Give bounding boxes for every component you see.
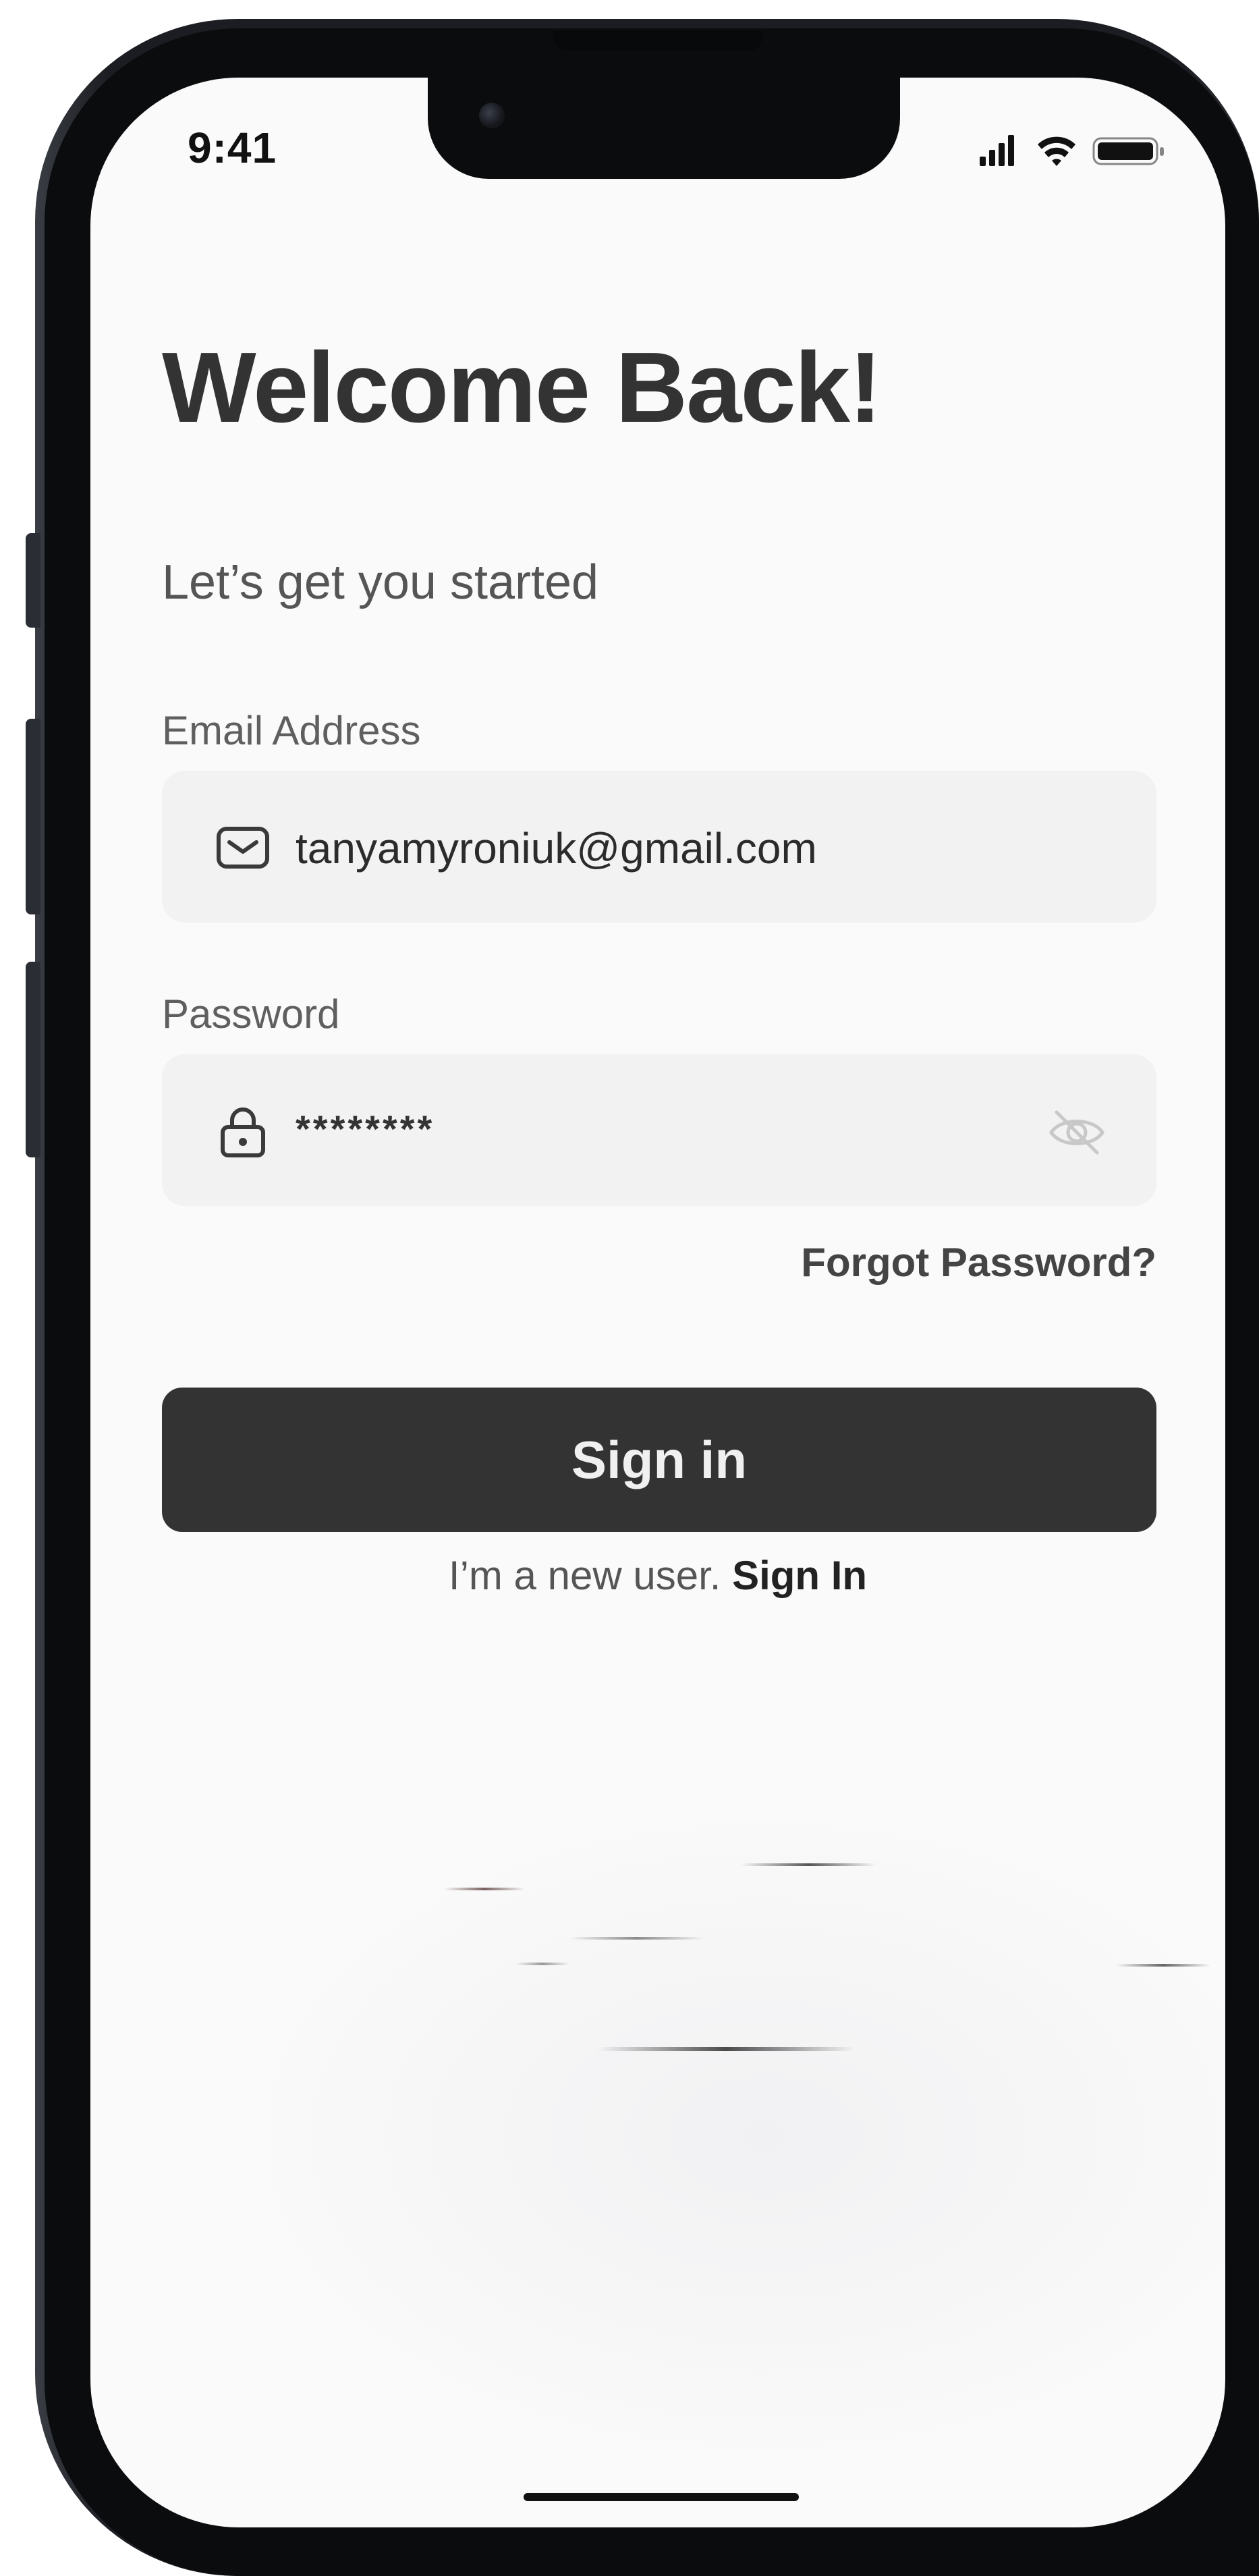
motion-streak (515, 1963, 569, 1965)
sign-up-link[interactable]: Sign In (732, 1553, 867, 1598)
page-subtitle: Let’s get you started (162, 555, 599, 609)
mail-icon (217, 827, 269, 869)
motion-streak (1116, 1964, 1210, 1967)
volume-down-button (26, 962, 40, 1157)
status-icons (980, 135, 1164, 166)
battery-icon (1092, 137, 1164, 165)
silent-switch (26, 533, 40, 628)
password-label: Password (162, 991, 340, 1037)
status-time: 9:41 (188, 124, 277, 172)
volume-up-button (26, 719, 40, 914)
motion-streak (444, 1888, 525, 1890)
page-title: Welcome Back! (162, 332, 882, 443)
lock-icon (221, 1107, 265, 1157)
forgot-password-link[interactable]: Forgot Password? (801, 1239, 1156, 1286)
cellular-signal-icon (980, 135, 1014, 166)
wifi-icon (1038, 136, 1075, 166)
motion-streak (741, 1863, 876, 1866)
home-indicator[interactable] (524, 2493, 799, 2501)
password-value: ******** (296, 1107, 435, 1150)
email-value: tanyamyroniuk@gmail.com (296, 824, 817, 873)
email-label: Email Address (162, 708, 421, 753)
new-user-prompt: I’m a new user. Sign In (0, 1552, 1259, 1599)
password-field[interactable]: ******** (162, 1054, 1156, 1206)
speaker-grille (553, 30, 762, 51)
new-user-text: I’m a new user. (448, 1553, 721, 1598)
motion-streak (569, 1937, 704, 1940)
notch (428, 78, 900, 179)
email-field[interactable]: tanyamyroniuk@gmail.com (162, 771, 1156, 923)
motion-streak (598, 2047, 854, 2051)
front-camera (479, 103, 505, 128)
sign-in-button[interactable]: Sign in (162, 1388, 1156, 1532)
eye-off-icon[interactable] (1046, 1101, 1108, 1163)
